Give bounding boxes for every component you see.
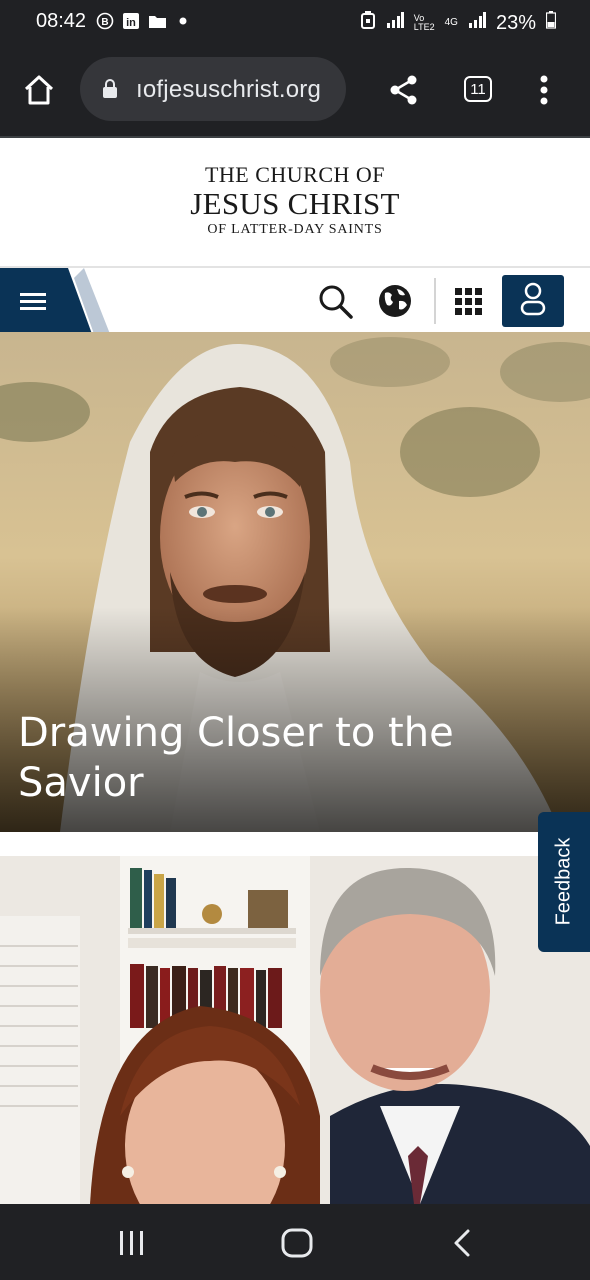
system-nav-bar [0,1204,590,1280]
signal-icon [468,11,486,35]
status-time: 08:42 [36,10,87,32]
url-text: ıofjesuschrist.org [136,76,322,103]
site-nav-bar [0,266,590,334]
feedback-label: Feedback [552,837,575,926]
signal-icon [386,11,404,35]
back-icon[interactable] [452,1228,472,1263]
address-bar[interactable]: ıofjesuschrist.org [80,57,346,121]
more-vert-icon[interactable] [538,74,550,111]
folder-icon [148,12,166,30]
user-icon [520,282,546,321]
home-circle-icon[interactable] [281,1228,313,1263]
dot-icon [174,12,192,30]
article-card-image[interactable] [0,856,590,1204]
logo-line-2: JESUS CHRIST [190,186,400,221]
svg-text:in: in [126,17,136,29]
home-icon[interactable] [22,74,56,111]
tab-switcher-icon[interactable]: 11 [464,76,492,102]
battery-percent: 23% [495,11,536,34]
b-circle-icon: B [96,12,114,30]
browser-toolbar: ıofjesuschrist.org 11 [0,44,590,136]
volte-icon: Vo LTE2 [413,13,435,32]
svg-text:B: B [101,17,108,28]
4g-icon: 4G [444,17,458,28]
logo-line-3: OF LATTER-DAY SAINTS [207,222,383,237]
search-icon[interactable] [318,284,354,325]
logo-line-1: THE CHURCH OF [204,162,386,187]
linkedin-icon: in [122,12,140,30]
apps-grid-icon[interactable] [454,287,484,322]
share-icon[interactable] [388,74,420,111]
church-logo[interactable]: THE CHURCH OF JESUS CHRIST OF LATTER-DAY… [0,138,590,266]
lock-icon [102,79,118,104]
status-bar: 08:42 B in Vo LTE2 4G 23% [0,0,590,44]
battery-icon [545,11,557,35]
alarm-icon [360,10,376,36]
menu-button[interactable] [0,268,110,334]
recents-icon[interactable] [118,1230,146,1261]
globe-icon[interactable] [377,283,413,324]
hero-title[interactable]: Drawing Closer to the Savior [18,708,538,808]
account-button[interactable] [502,275,564,327]
menu-icon [20,293,46,296]
feedback-tab[interactable]: Feedback [538,812,590,952]
